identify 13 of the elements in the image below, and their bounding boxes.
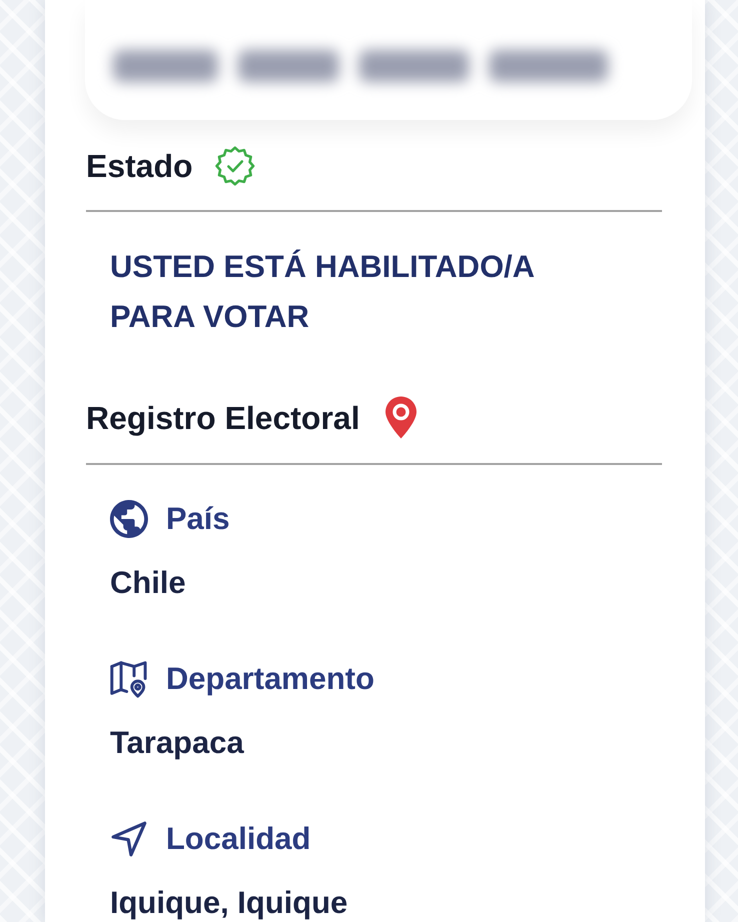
field-label: Departamento (166, 660, 374, 698)
field-label: Localidad (166, 820, 311, 858)
location-pin-icon (384, 396, 417, 439)
map-icon (110, 660, 148, 698)
field-value: Tarapaca (110, 726, 244, 760)
section-title: Estado (86, 147, 193, 185)
status-message: USTED ESTÁ HABILITADO/A PARA VOTAR (110, 248, 535, 336)
field-label: País (166, 500, 230, 538)
section-title: Registro Electoral (86, 398, 360, 436)
field-value: Iquique, Iquique (110, 886, 348, 920)
field-value: Chile (110, 566, 186, 600)
navigation-icon (110, 821, 148, 857)
globe-icon (110, 500, 148, 538)
